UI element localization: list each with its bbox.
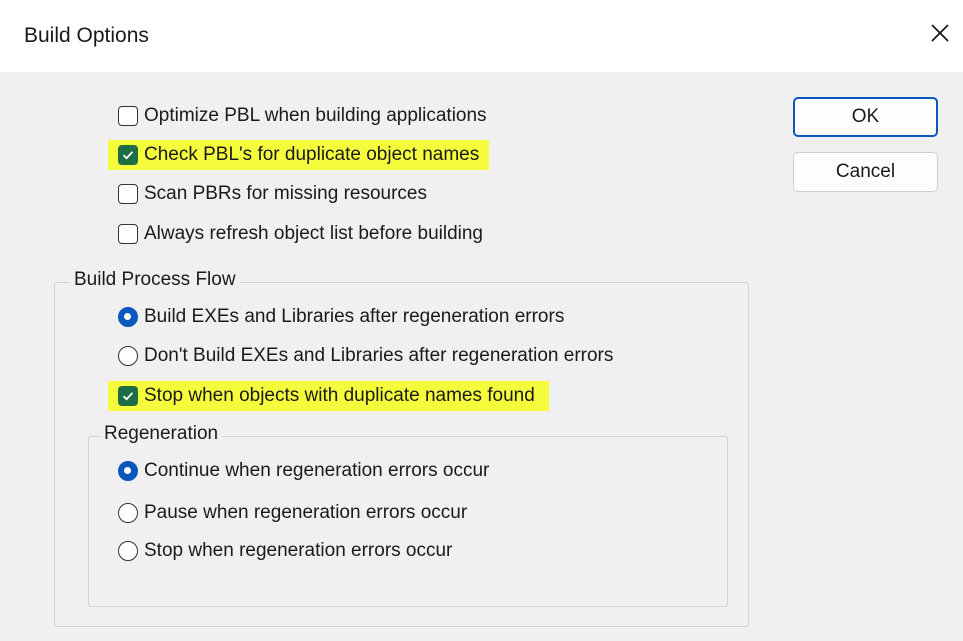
scan-pbrs-checkbox[interactable] [118,184,138,204]
radio-pause-on-errors[interactable]: Pause when regeneration errors occur [118,498,467,528]
radio-stop-on-errors[interactable]: Stop when regeneration errors occur [118,536,452,566]
cancel-button[interactable]: Cancel [793,152,938,192]
radio-label: Pause when regeneration errors occur [144,502,468,523]
radio-label: Continue when regeneration errors occur [144,460,490,481]
checkmark-icon [122,392,134,401]
optimize-pbl-checkbox[interactable] [118,106,138,126]
stop-duplicates-checkbox[interactable] [118,386,138,406]
regeneration-legend: Regeneration [100,423,223,445]
option-check-duplicate-names[interactable]: Check PBL's for duplicate object names [108,140,490,170]
option-label: Optimize PBL when building applications [144,105,487,126]
option-stop-duplicates[interactable]: Stop when objects with duplicate names f… [108,381,549,411]
option-label: Stop when objects with duplicate names f… [144,385,535,406]
dialog-title: Build Options [24,24,149,47]
stop-on-errors-radio[interactable] [118,541,138,561]
dont-build-after-errors-radio[interactable] [118,346,138,366]
option-label: Check PBL's for duplicate object names [144,144,480,165]
build-options-dialog: Build Options Optimize PBL when building… [0,0,963,641]
option-always-refresh[interactable]: Always refresh object list before buildi… [118,219,483,249]
build-process-flow-legend: Build Process Flow [70,269,240,291]
option-scan-pbrs[interactable]: Scan PBRs for missing resources [118,179,427,209]
continue-on-errors-radio[interactable] [118,461,138,481]
radio-build-after-errors[interactable]: Build EXEs and Libraries after regenerat… [118,302,564,332]
option-label: Always refresh object list before buildi… [144,223,484,244]
close-button[interactable] [926,19,954,47]
close-icon [931,24,949,42]
title-bar: Build Options [0,0,963,72]
radio-continue-on-errors[interactable]: Continue when regeneration errors occur [118,456,489,486]
checkmark-icon [122,151,134,160]
pause-on-errors-radio[interactable] [118,503,138,523]
radio-label: Build EXEs and Libraries after regenerat… [144,306,565,327]
option-label: Scan PBRs for missing resources [144,183,427,204]
always-refresh-checkbox[interactable] [118,224,138,244]
radio-label: Don't Build EXEs and Libraries after reg… [144,345,614,366]
check-duplicates-checkbox[interactable] [118,145,138,165]
dialog-content: Optimize PBL when building applications … [0,72,963,641]
option-optimize-pbl[interactable]: Optimize PBL when building applications [118,101,487,131]
radio-label: Stop when regeneration errors occur [144,540,453,561]
radio-dont-build-after-errors[interactable]: Don't Build EXEs and Libraries after reg… [118,341,613,371]
build-after-errors-radio[interactable] [118,307,138,327]
ok-button[interactable]: OK [793,97,938,137]
